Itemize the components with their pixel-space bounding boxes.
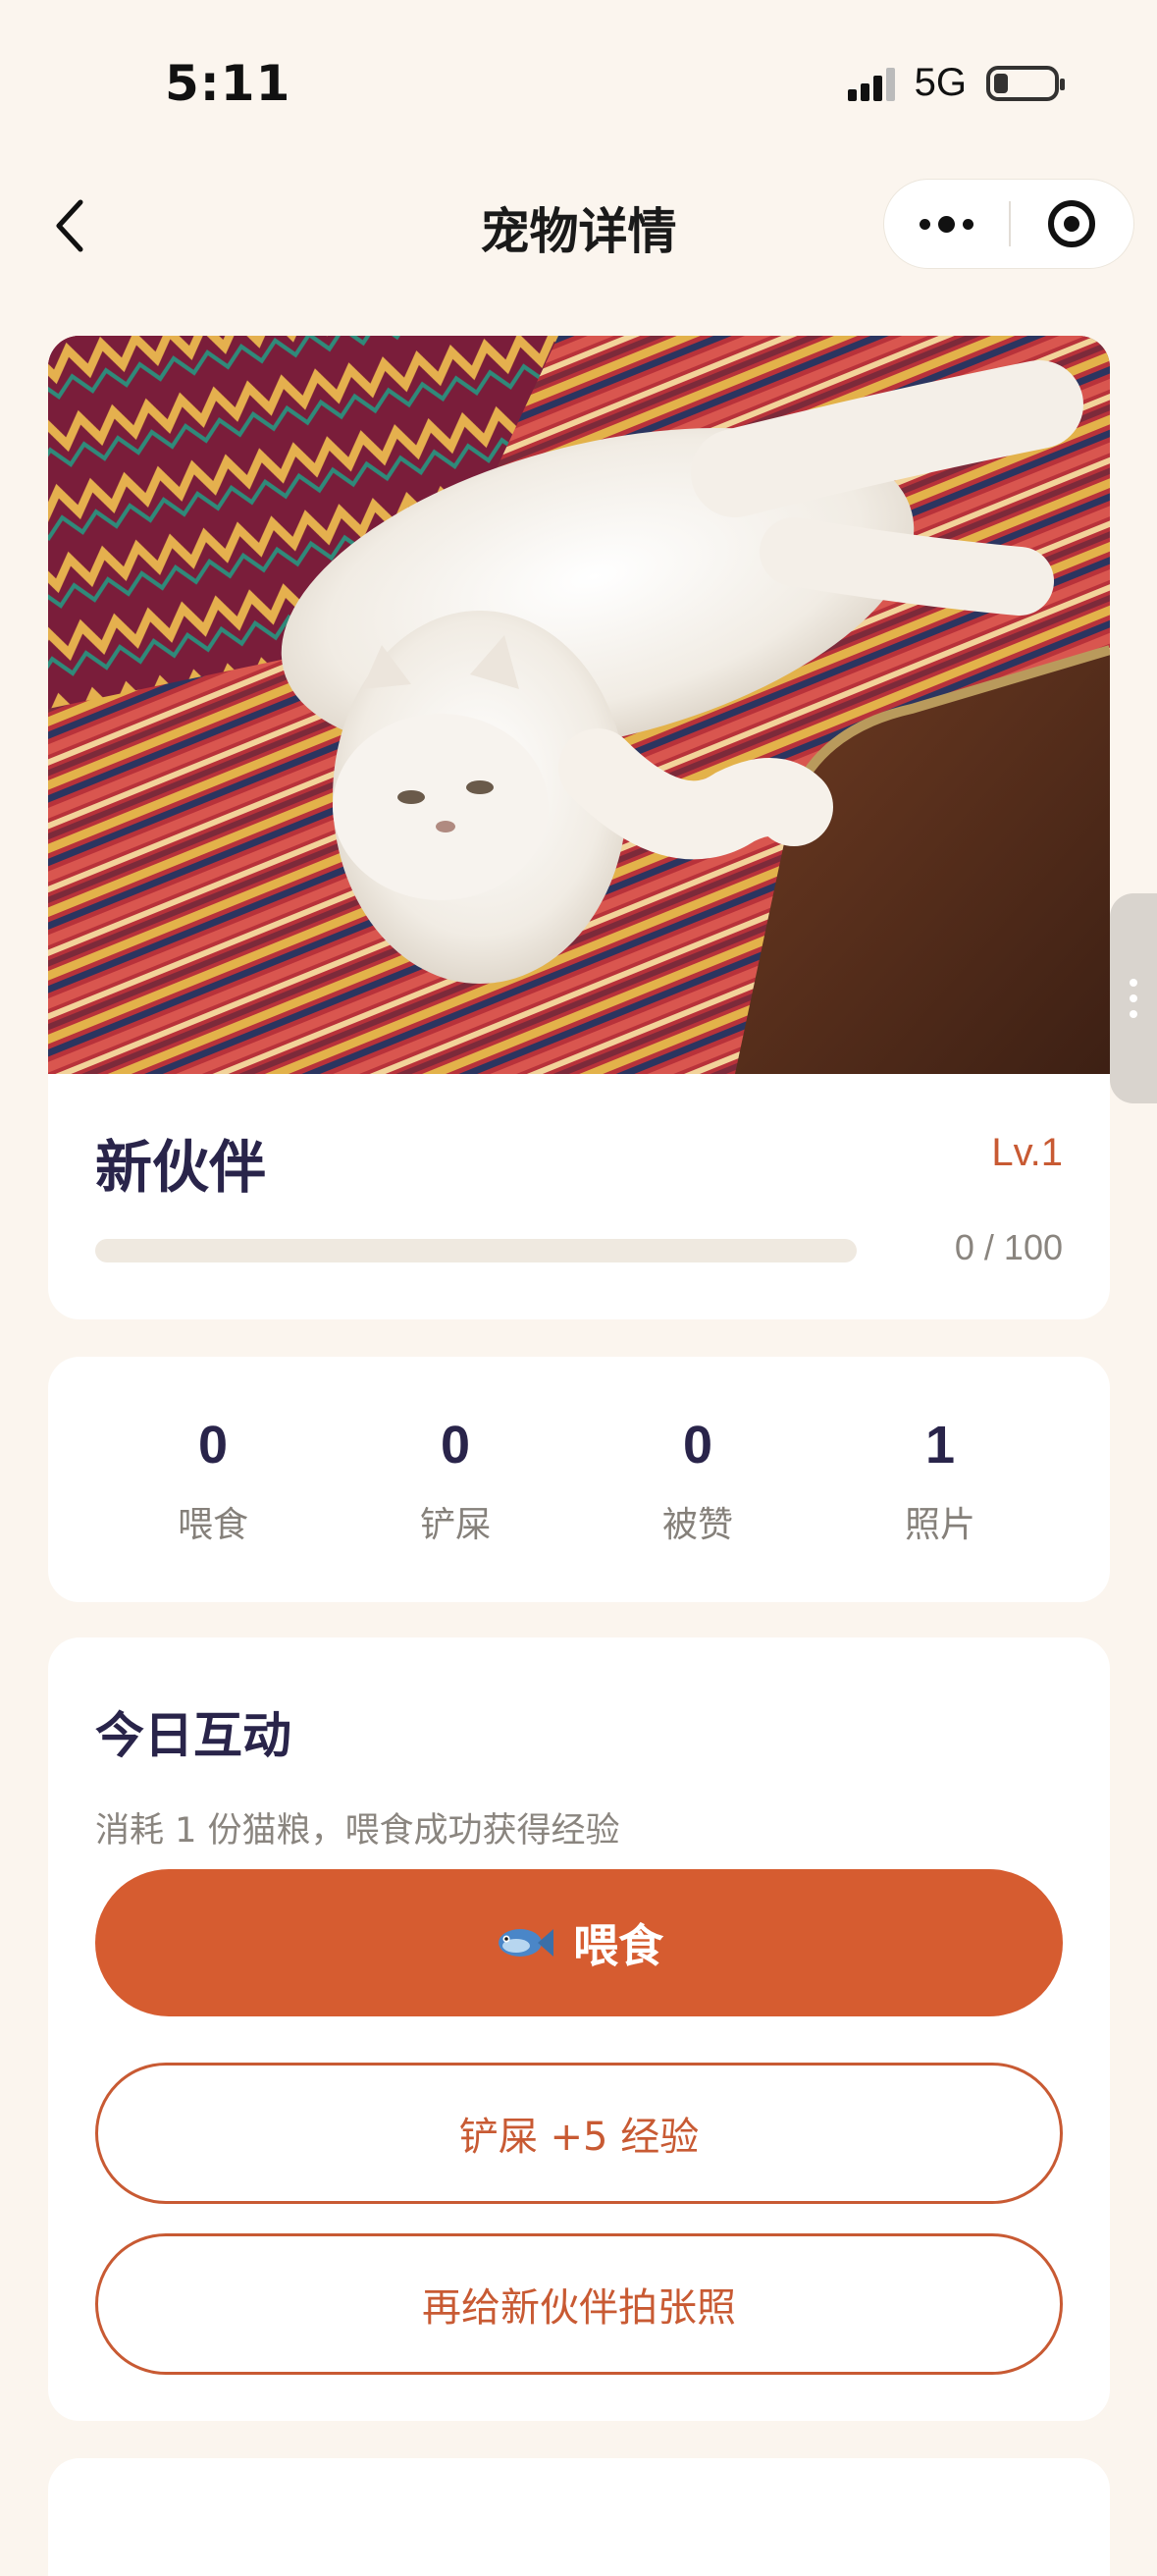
xp-progress-text: 0 / 100 [954, 1227, 1063, 1267]
more-button[interactable] [884, 179, 1009, 269]
pet-card: 新伙伴 Lv.1 0 / 100 [48, 336, 1110, 1319]
pet-photo[interactable] [48, 336, 1110, 1074]
status-indicators: 5G [847, 61, 1065, 105]
side-drawer-handle[interactable] [1110, 893, 1157, 1103]
stat-likes: 0 被赞 [600, 1414, 796, 1547]
stat-scoop: 0 铲屎 [357, 1414, 553, 1547]
fish-icon [495, 1923, 553, 1962]
status-bar: 5:11 5G [0, 0, 1157, 147]
network-label: 5G [914, 61, 967, 104]
take-photo-button[interactable]: 再给新伙伴拍张照 [95, 2233, 1063, 2375]
feed-button[interactable]: 喂食 [95, 1869, 1063, 2016]
stats-card: 0 喂食 0 铲屎 0 被赞 1 照片 [48, 1357, 1110, 1602]
close-miniprogram-button[interactable] [1011, 179, 1133, 269]
stat-likes-label: 被赞 [661, 1505, 733, 1545]
stat-scoop-value: 0 [440, 1416, 471, 1475]
more-dots-icon-center [938, 215, 955, 233]
stat-feed-value: 0 [197, 1416, 229, 1475]
mini-program-capsule [883, 179, 1134, 269]
stat-likes-value: 0 [682, 1416, 713, 1475]
handle-dot-icon-2 [1130, 994, 1137, 1002]
signal-icon [847, 66, 895, 101]
feed-hint: 消耗 1 份猫粮，喂食成功获得经验 [95, 1811, 620, 1851]
section-title: 今日互动 [95, 1707, 291, 1764]
pet-name: 新伙伴 [95, 1134, 267, 1201]
handle-dot-icon-3 [1130, 1010, 1137, 1018]
stat-photos-value: 1 [924, 1416, 956, 1475]
stat-scoop-label: 铲屎 [419, 1505, 491, 1545]
stat-feed-label: 喂食 [177, 1505, 248, 1545]
feed-button-label: 喂食 [573, 1919, 663, 1972]
stat-photos-label: 照片 [904, 1505, 975, 1545]
pet-level-badge: Lv.1 [991, 1131, 1063, 1174]
battery-icon [986, 65, 1065, 101]
next-section-card [48, 2458, 1110, 2576]
target-circle-icon [1048, 200, 1096, 247]
more-dots-icon-right [963, 218, 973, 230]
xp-progress-bar [95, 1239, 857, 1262]
cat-photo-illustration [48, 336, 1110, 1074]
stat-feed: 0 喂食 [115, 1414, 311, 1547]
status-time: 5:11 [165, 55, 291, 112]
daily-interaction-card: 今日互动 消耗 1 份猫粮，喂食成功获得经验 喂食 铲屎 +5 经验 再给新伙伴… [48, 1637, 1110, 2421]
handle-dot-icon [1130, 979, 1137, 987]
more-dots-icon [920, 218, 930, 230]
scoop-litter-button[interactable]: 铲屎 +5 经验 [95, 2063, 1063, 2204]
stat-photos[interactable]: 1 照片 [842, 1414, 1038, 1547]
